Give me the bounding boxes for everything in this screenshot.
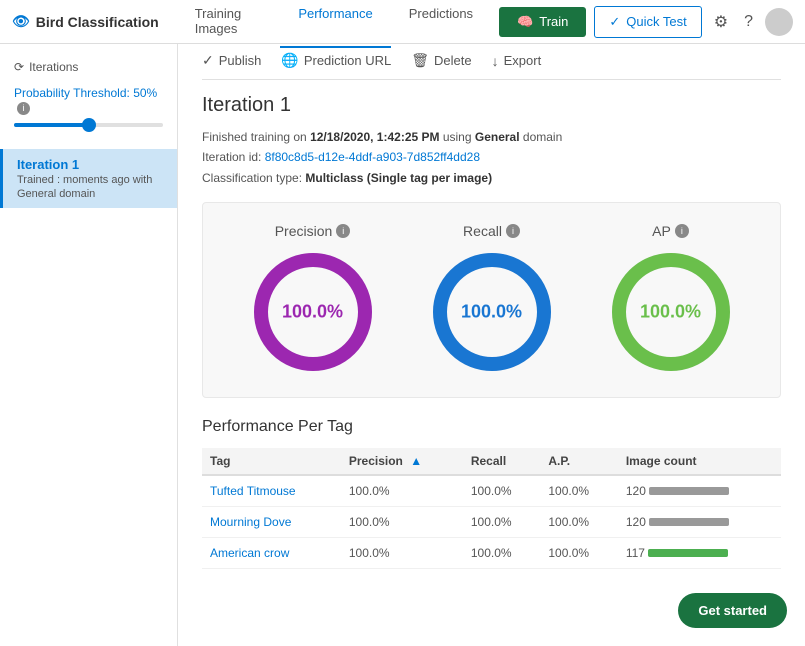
table-row: Tufted Titmouse 100.0% 100.0% 100.0% 120 xyxy=(202,475,781,507)
train-info: Finished training on 12/18/2020, 1:42:25… xyxy=(202,127,781,188)
precision-cell: 100.0% xyxy=(341,475,463,507)
help-button[interactable]: ? xyxy=(740,9,757,35)
ap-donut: 100.0% xyxy=(606,247,736,377)
ap-value: 100.0% xyxy=(640,302,701,323)
check-icon: ✓ xyxy=(609,14,620,30)
iteration-1-item[interactable]: Iteration 1 Trained : moments ago with G… xyxy=(0,149,177,208)
quick-test-button[interactable]: ✓ Quick Test xyxy=(594,6,701,38)
brain-icon: 🧠 xyxy=(517,14,533,30)
precision-cell: 100.0% xyxy=(341,538,463,569)
image-count-cell: 117 xyxy=(618,538,781,569)
topnav-actions: 🧠 Train ✓ Quick Test ⚙ ? xyxy=(499,6,793,38)
tab-training-images[interactable]: Training Images xyxy=(177,0,281,48)
sort-arrow-icon: ▲ xyxy=(410,454,422,468)
recall-label: Recall i xyxy=(463,223,520,239)
precision-value: 100.0% xyxy=(282,302,343,323)
performance-per-tag-title: Performance Per Tag xyxy=(202,418,781,436)
bar-fill xyxy=(649,518,729,526)
tab-predictions[interactable]: Predictions xyxy=(391,0,491,48)
trash-icon: 🗑 xyxy=(411,52,429,69)
tag-link[interactable]: Tufted Titmouse xyxy=(210,484,296,498)
prob-label: Probability Threshold: 50% i xyxy=(14,86,163,115)
precision-cell: 100.0% xyxy=(341,507,463,538)
topnav: 👁 Bird Classification Training Images Pe… xyxy=(0,0,805,44)
tab-performance[interactable]: Performance xyxy=(280,0,390,48)
table-row: American crow 100.0% 100.0% 100.0% 117 xyxy=(202,538,781,569)
image-count-bar xyxy=(649,518,729,526)
tag-link[interactable]: Mourning Dove xyxy=(210,515,291,529)
performance-table: Tag Precision ▲ Recall A.P. Image count … xyxy=(202,448,781,569)
probability-threshold: Probability Threshold: 50% i xyxy=(0,80,177,145)
iterations-section-label: ⟳ Iterations xyxy=(0,56,177,80)
col-precision[interactable]: Precision ▲ xyxy=(341,448,463,475)
ap-cell: 100.0% xyxy=(540,538,618,569)
ap-metric: AP i 100.0% xyxy=(606,223,736,377)
settings-button[interactable]: ⚙ xyxy=(710,8,732,36)
iteration-heading: Iteration 1 xyxy=(202,94,781,117)
precision-donut: 100.0% xyxy=(248,247,378,377)
ap-info-icon[interactable]: i xyxy=(675,224,689,238)
col-image-count[interactable]: Image count xyxy=(618,448,781,475)
tag-cell: American crow xyxy=(202,538,341,569)
metrics-row: Precision i 100.0% Recall xyxy=(223,223,760,377)
precision-metric: Precision i 100.0% xyxy=(248,223,378,377)
globe-icon: 🌐 xyxy=(281,52,298,69)
col-ap[interactable]: A.P. xyxy=(540,448,618,475)
delete-button[interactable]: 🗑 Delete xyxy=(411,52,471,69)
image-count-cell: 120 xyxy=(618,507,781,538)
nav-tabs: Training Images Performance Predictions xyxy=(177,0,491,48)
ap-cell: 100.0% xyxy=(540,507,618,538)
precision-info-icon[interactable]: i xyxy=(336,224,350,238)
image-count-bar xyxy=(648,549,728,557)
bar-fill xyxy=(649,487,729,495)
content-area: ✓ Publish 🌐 Prediction URL 🗑 Delete ↓ Ex… xyxy=(178,44,805,646)
image-count-cell: 120 xyxy=(618,475,781,507)
app-logo: 👁 Bird Classification xyxy=(12,13,159,30)
bar-fill xyxy=(648,549,728,557)
recall-info-icon[interactable]: i xyxy=(506,224,520,238)
image-count-bar xyxy=(649,487,729,495)
iterations-icon: ⟳ xyxy=(14,60,24,74)
tag-link[interactable]: American crow xyxy=(210,546,289,560)
probability-slider-fill xyxy=(14,123,89,127)
avatar[interactable] xyxy=(765,8,793,36)
probability-slider-thumb[interactable] xyxy=(82,118,96,132)
publish-button[interactable]: ✓ Publish xyxy=(202,52,261,69)
precision-label: Precision i xyxy=(275,223,351,239)
app-title: Bird Classification xyxy=(36,14,159,30)
recall-cell: 100.0% xyxy=(463,538,541,569)
toolbar: ✓ Publish 🌐 Prediction URL 🗑 Delete ↓ Ex… xyxy=(202,44,781,80)
ap-label: AP i xyxy=(652,223,689,239)
sidebar: ⟳ Iterations Probability Threshold: 50% … xyxy=(0,44,178,646)
metrics-card: Precision i 100.0% Recall xyxy=(202,202,781,398)
col-tag[interactable]: Tag xyxy=(202,448,341,475)
prediction-url-button[interactable]: 🌐 Prediction URL xyxy=(281,52,391,69)
tag-cell: Tufted Titmouse xyxy=(202,475,341,507)
probability-slider-track xyxy=(14,123,163,127)
recall-cell: 100.0% xyxy=(463,475,541,507)
recall-donut: 100.0% xyxy=(427,247,557,377)
prob-info-icon: i xyxy=(17,102,30,115)
table-header-row: Tag Precision ▲ Recall A.P. Image count xyxy=(202,448,781,475)
recall-value: 100.0% xyxy=(461,302,522,323)
recall-metric: Recall i 100.0% xyxy=(427,223,557,377)
publish-icon: ✓ xyxy=(202,52,214,69)
col-recall[interactable]: Recall xyxy=(463,448,541,475)
tag-cell: Mourning Dove xyxy=(202,507,341,538)
table-row: Mourning Dove 100.0% 100.0% 100.0% 120 xyxy=(202,507,781,538)
recall-cell: 100.0% xyxy=(463,507,541,538)
main-layout: ⟳ Iterations Probability Threshold: 50% … xyxy=(0,44,805,646)
get-started-button[interactable]: Get started xyxy=(678,593,787,628)
eye-icon: 👁 xyxy=(12,13,30,30)
export-icon: ↓ xyxy=(492,53,499,69)
export-button[interactable]: ↓ Export xyxy=(492,53,542,69)
train-button[interactable]: 🧠 Train xyxy=(499,7,586,37)
ap-cell: 100.0% xyxy=(540,475,618,507)
